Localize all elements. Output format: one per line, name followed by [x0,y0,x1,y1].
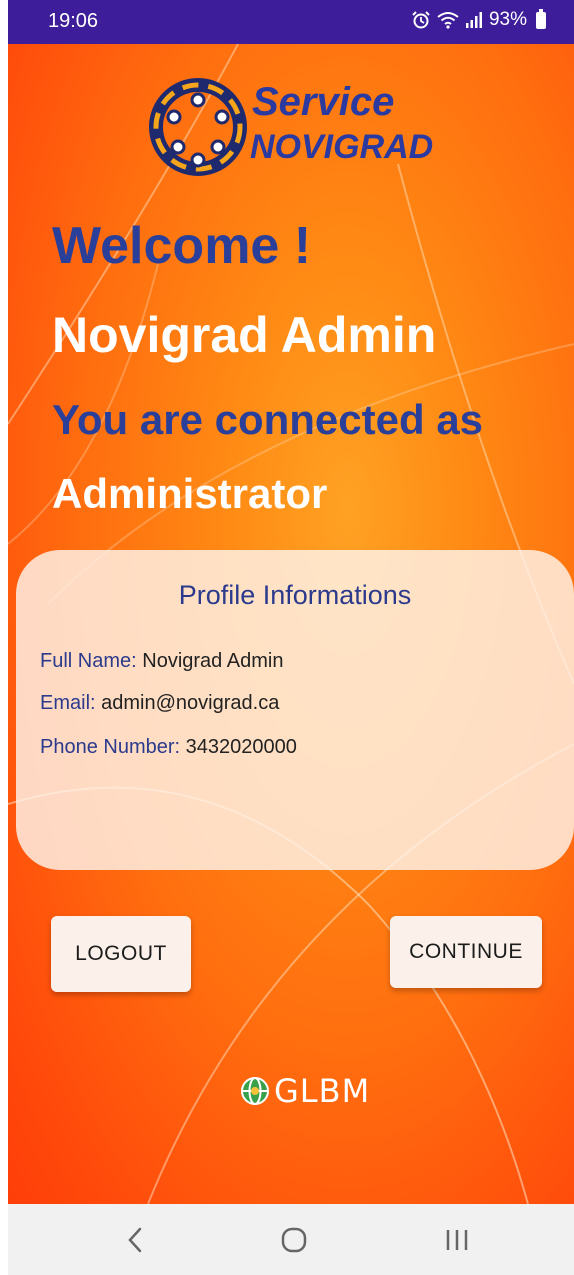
profile-card: Profile Informations Full Name: Novigrad… [16,550,574,870]
recent-apps-icon[interactable] [444,1226,470,1254]
battery-percent: 93% [488,9,527,30]
alarm-icon [412,11,430,29]
signal-icon [465,12,482,28]
back-icon[interactable] [124,1226,148,1254]
logout-button[interactable]: LOGOUT [51,916,191,992]
email-label: Email: [40,692,96,714]
status-icons: 93% [411,8,546,31]
full-name-value: Novigrad Admin [142,650,284,672]
logo-service-text: Service [252,80,395,124]
profile-phone-row: Phone Number: 3432020000 [40,736,297,759]
gear-people-logo-icon [149,78,247,176]
profile-email-row: Email: admin@novigrad.ca [40,692,279,715]
phone-label: Phone Number: [40,736,181,758]
home-icon[interactable] [280,1226,308,1254]
profile-title: Profile Informations [178,580,412,610]
full-name-label: Full Name: [40,650,137,672]
admin-welcome-screen: Service NOVIGRAD Welcome ! Novigrad Admi… [8,44,574,1204]
user-name-heading: Novigrad Admin [52,307,437,363]
role-heading: Administrator [52,470,328,517]
profile-full-name-row: Full Name: Novigrad Admin [40,650,283,673]
glbm-text: GLBM [274,1072,371,1110]
battery-icon [536,8,546,29]
phone-value: 3432020000 [185,736,297,758]
status-bar: 19:06 93% [8,0,574,44]
navigation-bar [8,1204,574,1275]
connected-as-heading: You are connected as [52,396,484,443]
email-value: admin@novigrad.ca [101,692,280,714]
wifi-icon [437,12,459,29]
globe-icon [241,1077,269,1105]
welcome-heading: Welcome ! [52,217,312,275]
continue-button[interactable]: CONTINUE [390,916,542,988]
phone-screen: 19:06 93% Service NOVIGRAD Welcome ! Nov… [0,0,574,1275]
status-time: 19:06 [48,10,99,32]
logo-novigrad-text: NOVIGRAD [250,128,434,166]
service-novigrad-logo: Service NOVIGRAD [148,72,448,182]
glbm-brand: GLBM [240,1072,370,1110]
